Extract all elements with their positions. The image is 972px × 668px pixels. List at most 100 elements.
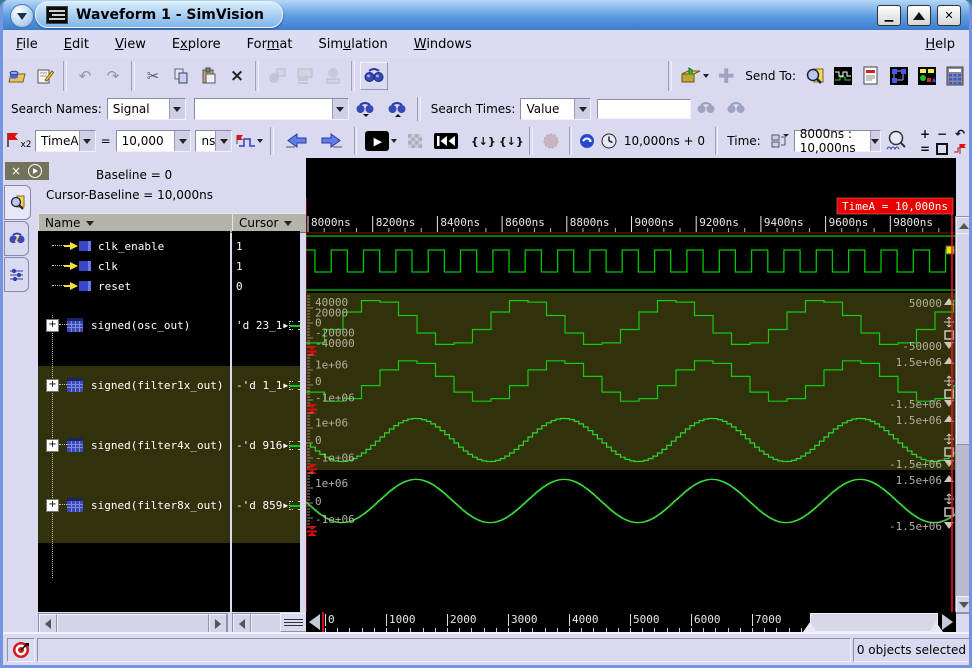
prev-edge-button[interactable] — [279, 128, 313, 154]
name-column-header[interactable]: Name — [38, 213, 236, 233]
menu-windows[interactable]: Windows — [401, 33, 485, 56]
cursor-select[interactable]: TimeA — [35, 130, 96, 152]
step-in-button[interactable]: {↓} — [470, 128, 496, 154]
sidetab-signals[interactable] — [4, 257, 29, 292]
search-names-next-button[interactable] — [382, 96, 412, 122]
search-names-mode-select[interactable]: Signal — [107, 98, 186, 120]
name-list-hscrollbar[interactable] — [38, 613, 228, 632]
zoom-fit-button[interactable]: = — [917, 142, 933, 156]
cut-button[interactable]: ✂ — [140, 63, 166, 89]
next-edge-button[interactable] — [315, 128, 349, 154]
send-to-register-button[interactable] — [914, 63, 940, 89]
search-names-combo[interactable] — [194, 98, 349, 120]
menu-format[interactable]: Format — [234, 33, 306, 56]
overview-left-arrow[interactable] — [309, 614, 320, 630]
search-toggle-button[interactable] — [360, 62, 388, 90]
run-simulation-button[interactable]: ▶ — [362, 128, 400, 154]
overview-range-thumb[interactable] — [810, 613, 938, 632]
expand-button[interactable]: + — [46, 379, 59, 392]
scroll-left-button[interactable] — [39, 614, 57, 633]
scroll-left-button[interactable] — [233, 614, 251, 633]
search-names-prev-button[interactable] — [350, 96, 380, 122]
window-menu-button[interactable] — [10, 4, 34, 28]
search-times-next-button[interactable] — [722, 96, 750, 122]
expand-button[interactable]: + — [46, 319, 59, 332]
list-view-button[interactable] — [280, 613, 307, 632]
save-database-button[interactable] — [32, 63, 58, 89]
sidetab-search[interactable] — [4, 221, 29, 256]
cursor-time-combo[interactable]: 10,000 — [116, 130, 192, 152]
menu-simulation[interactable]: Simulation — [305, 33, 400, 56]
send-to-calculator-button[interactable] — [942, 63, 968, 89]
add-window-button[interactable]: ✚ — [713, 63, 739, 89]
delete-button[interactable]: × — [224, 63, 250, 89]
vscroll-thumb[interactable] — [956, 233, 971, 445]
signal-row-signed(filter1x_out)[interactable]: +signed(filter1x_out) — [38, 375, 230, 395]
cursor-flag-button[interactable]: x2 — [4, 128, 34, 154]
search-times-mode-select[interactable]: Value — [520, 98, 591, 120]
zoom-out-button[interactable]: − — [934, 127, 950, 141]
menu-file[interactable]: File — [3, 33, 51, 56]
time-unit-select[interactable]: ns — [195, 130, 232, 152]
group-signals-button[interactable] — [292, 63, 318, 89]
send-to-source-button[interactable] — [858, 63, 884, 89]
cursor-column-header[interactable]: Cursor — [232, 213, 307, 233]
range-handle-left[interactable] — [803, 622, 817, 632]
maximize-button[interactable] — [907, 5, 931, 26]
ungroup-signals-button[interactable] — [320, 63, 346, 89]
reset-to-start-button[interactable] — [430, 128, 462, 154]
zoom-tool-button[interactable] — [882, 128, 912, 154]
sidetab-browser[interactable] — [4, 185, 31, 220]
expand-sequence-button[interactable] — [264, 63, 290, 89]
workspace-button[interactable] — [677, 63, 711, 89]
send-to-schematic-button[interactable] — [886, 63, 912, 89]
range-handle-right[interactable] — [929, 622, 943, 632]
signal-row-signed(filter4x_out)[interactable]: +signed(filter4x_out) — [38, 435, 230, 455]
hscroll-thumb[interactable] — [251, 614, 283, 633]
clock-button[interactable] — [599, 128, 619, 154]
undo-button[interactable]: ↶ — [72, 63, 98, 89]
expand-button[interactable]: + — [46, 499, 59, 512]
range-link-button[interactable] — [767, 128, 793, 154]
signal-row-clk_enable[interactable]: clk_enable — [38, 236, 230, 256]
waveform-vscrollbar[interactable] — [955, 216, 972, 614]
overview-right-arrow[interactable] — [942, 614, 953, 630]
pane-close-icon[interactable]: × — [11, 164, 21, 178]
zoom-in-button[interactable]: + — [917, 127, 933, 141]
scroll-down-button[interactable] — [956, 596, 971, 613]
stop-button[interactable] — [538, 128, 564, 154]
paste-button[interactable] — [196, 63, 222, 89]
overview-timeline[interactable]: 01000200030004000500060007000 — [306, 612, 956, 632]
zoom-area-button[interactable] — [934, 142, 950, 156]
time-range-combo[interactable]: 8000ns : 10,000ns — [794, 130, 881, 152]
time-sync-button[interactable] — [577, 128, 597, 154]
copy-button[interactable] — [168, 63, 194, 89]
zoom-cursor-button[interactable] — [951, 142, 969, 156]
close-button[interactable]: ✕ — [937, 5, 961, 26]
signal-row-signed(osc_out)[interactable]: +signed(osc_out) — [38, 315, 230, 335]
signal-row-signed(filter8x_out)[interactable]: +signed(filter8x_out) — [38, 495, 230, 515]
zoom-undo-button[interactable]: ↶ — [951, 127, 969, 141]
pane-play-icon[interactable] — [28, 164, 42, 178]
send-to-browser-button[interactable] — [802, 63, 828, 89]
scroll-right-button[interactable] — [209, 614, 227, 633]
scroll-up-button[interactable] — [956, 217, 971, 234]
expand-button[interactable]: + — [46, 439, 59, 452]
signal-row-clk[interactable]: clk — [38, 256, 230, 276]
open-database-button[interactable] — [4, 63, 30, 89]
redo-button[interactable]: ↷ — [100, 63, 126, 89]
minimize-button[interactable]: ▁ — [877, 5, 901, 26]
signal-row-reset[interactable]: reset — [38, 276, 230, 296]
search-times-input[interactable] — [597, 99, 691, 119]
target-indicator[interactable] — [7, 638, 35, 662]
edge-mode-button[interactable] — [233, 128, 265, 154]
menu-explore[interactable]: Explore — [159, 33, 234, 56]
pause-button[interactable] — [402, 128, 428, 154]
send-to-waveform-button[interactable] — [830, 63, 856, 89]
step-over-button[interactable]: {↓} — [498, 128, 524, 154]
search-times-prev-button[interactable] — [692, 96, 720, 122]
menu-edit[interactable]: Edit — [51, 33, 102, 56]
menu-view[interactable]: View — [102, 33, 159, 56]
menu-help[interactable]: Help — [911, 33, 969, 56]
waveform-canvas[interactable]: 8000ns8200ns8400ns8600ns8800ns9000ns9200… — [306, 158, 956, 612]
